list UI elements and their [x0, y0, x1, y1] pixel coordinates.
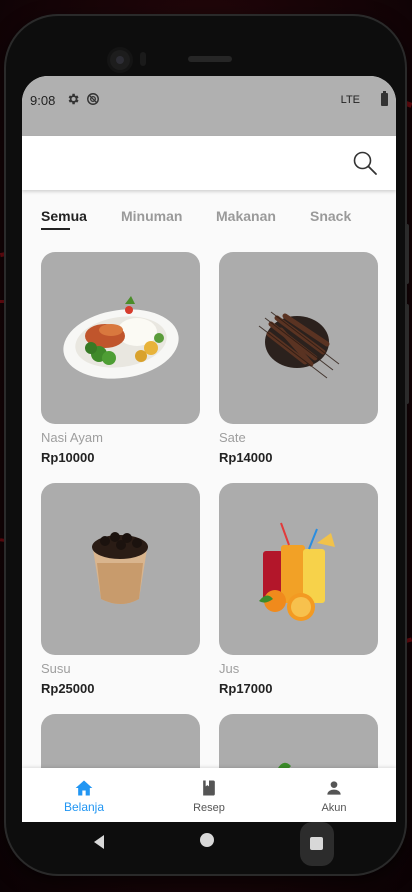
status-time: 9:08 [30, 93, 56, 108]
boba-milk-image [92, 532, 148, 604]
bottom-navigation: Belanja Resep Akun [22, 768, 396, 822]
product-price: Rp14000 [219, 450, 273, 465]
product-image [41, 483, 200, 655]
rice-plate-image [63, 296, 179, 379]
product-price: Rp17000 [219, 681, 273, 696]
home-button-icon[interactable] [200, 833, 214, 847]
product-card[interactable]: Jus Rp17000 [219, 483, 378, 696]
back-icon[interactable] [92, 834, 106, 850]
product-image [41, 252, 200, 424]
home-icon [75, 780, 93, 796]
power-button [405, 304, 409, 404]
earpiece-speaker [188, 56, 232, 62]
recents-button[interactable] [300, 822, 334, 866]
tab-minuman[interactable]: Minuman [121, 208, 182, 224]
product-price: Rp10000 [41, 450, 95, 465]
product-price: Rp25000 [41, 681, 95, 696]
product-card[interactable]: Nasi Ayam Rp10000 [41, 252, 200, 465]
tab-makanan[interactable]: Makanan [216, 208, 276, 224]
nav-label: Belanja [63, 800, 105, 814]
person-icon [327, 781, 341, 795]
product-image [219, 483, 378, 655]
phone-frame: 9:08 LTE Semua Minuman Makanan Snack Nas… [4, 14, 409, 876]
product-card[interactable]: Susu Rp25000 [41, 483, 200, 696]
nav-belanja[interactable]: Belanja [22, 768, 146, 822]
book-icon [203, 780, 215, 796]
status-bar: 9:08 LTE [22, 76, 396, 136]
app-screen: 9:08 LTE Semua Minuman Makanan Snack Nas… [22, 76, 396, 822]
app-bar [22, 136, 396, 190]
proximity-sensor [140, 52, 146, 66]
front-camera [110, 50, 130, 70]
tab-snack[interactable]: Snack [310, 208, 351, 224]
nav-akun[interactable]: Akun [272, 768, 396, 822]
product-image [219, 252, 378, 424]
satay-skewers-image [258, 311, 340, 379]
gear-icon [68, 93, 79, 105]
product-name: Jus [219, 661, 240, 676]
system-navigation-bar [4, 822, 407, 868]
recents-icon [310, 837, 323, 850]
nav-resep[interactable]: Resep [147, 768, 271, 822]
battery-icon [381, 91, 388, 106]
search-icon[interactable] [352, 150, 378, 176]
juice-glasses-image [259, 522, 335, 621]
nav-label: Resep [193, 802, 225, 814]
category-tabs: Semua Minuman Makanan Snack [22, 204, 396, 232]
tab-semua[interactable]: Semua [41, 208, 87, 224]
volume-button [405, 224, 409, 284]
product-card[interactable]: Sate Rp14000 [219, 252, 378, 465]
active-tab-indicator [41, 228, 70, 230]
product-name: Susu [41, 661, 71, 676]
product-name: Nasi Ayam [41, 430, 103, 445]
sync-icon [87, 93, 99, 105]
network-type: LTE [340, 94, 360, 106]
product-name: Sate [219, 430, 246, 445]
nav-label: Akun [321, 802, 347, 814]
